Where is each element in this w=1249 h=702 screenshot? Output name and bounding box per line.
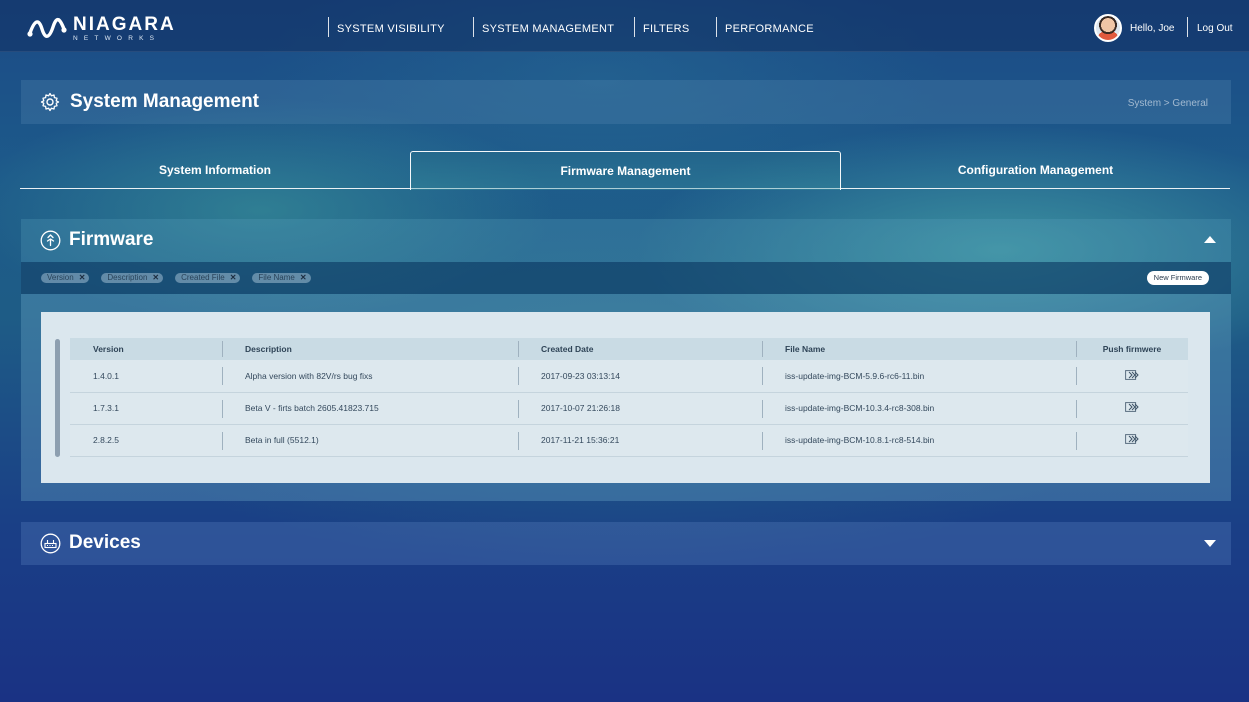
tab-system-information[interactable]: System Information: [20, 151, 410, 189]
cell-version: 2.8.2.5: [70, 424, 222, 457]
devices-title: Devices: [69, 532, 141, 553]
filter-chip-label: File Name: [258, 273, 295, 282]
remove-filter-icon[interactable]: ✕: [79, 273, 86, 283]
push-firmware-icon[interactable]: [1125, 434, 1139, 444]
nav-performance[interactable]: PERFORMANCE: [716, 17, 816, 37]
firmware-icon: [40, 230, 61, 251]
nav-filters[interactable]: FILTERS: [634, 17, 716, 37]
logo-name: NIAGARA: [73, 14, 176, 35]
tab-configuration-management[interactable]: Configuration Management: [841, 151, 1230, 189]
filter-chip-label: Version: [47, 273, 74, 282]
cell-push: [1076, 360, 1188, 393]
breadcrumb[interactable]: System > General: [1128, 98, 1208, 109]
cell-file-name: iss-update-img-BCM-10.3.4-rc8-308.bin: [762, 392, 1076, 425]
column-header-created-date[interactable]: Created Date: [518, 338, 762, 360]
column-header-description[interactable]: Description: [222, 338, 518, 360]
table-row[interactable]: 2.8.2.5 Beta in full (5512.1) 2017-11-21…: [70, 424, 1188, 457]
devices-section-header[interactable]: Devices: [21, 522, 1231, 565]
table-header-row: Version Description Created Date File Na…: [70, 338, 1188, 360]
new-firmware-button[interactable]: New Firmware: [1146, 271, 1209, 285]
firmware-table-card: Version Description Created Date File Na…: [41, 312, 1210, 483]
avatar[interactable]: [1094, 14, 1122, 42]
cell-description: Beta in full (5512.1): [222, 424, 518, 457]
cell-created-date: 2017-10-07 21:26:18: [518, 392, 762, 425]
cell-description: Alpha version with 82V/rs bug fixs: [222, 360, 518, 393]
firmware-table: Version Description Created Date File Na…: [70, 338, 1188, 457]
cell-file-name: iss-update-img-BCM-10.8.1-rc8-514.bin: [762, 424, 1076, 457]
push-firmware-icon[interactable]: [1125, 402, 1139, 412]
page-title: System Management: [70, 91, 260, 112]
column-header-version[interactable]: Version: [70, 338, 222, 360]
niagara-logo[interactable]: NIAGARA NETWORKS: [27, 15, 176, 43]
main-nav: SYSTEM VISIBILITY SYSTEM MANAGEMENT FILT…: [328, 17, 816, 37]
remove-filter-icon[interactable]: ✕: [300, 273, 307, 283]
filter-chip-version[interactable]: Version ✕: [41, 273, 90, 283]
remove-filter-icon[interactable]: ✕: [230, 273, 237, 283]
top-navigation-bar: NIAGARA NETWORKS SYSTEM VISIBILITY SYSTE…: [0, 0, 1249, 52]
user-greeting: Hello, Joe: [1130, 22, 1175, 34]
logout-link[interactable]: Log Out: [1187, 17, 1233, 37]
column-header-push-firmware: Push firmwere: [1076, 338, 1188, 360]
cell-created-date: 2017-09-23 03:13:14: [518, 360, 762, 393]
scrollbar[interactable]: [55, 339, 60, 457]
cell-description: Beta V - firts batch 2605.41823.715: [222, 392, 518, 425]
push-firmware-icon[interactable]: [1125, 369, 1139, 380]
cell-created-date: 2017-11-21 15:36:21: [518, 424, 762, 457]
user-menu[interactable]: Hello, Joe: [1094, 14, 1174, 42]
remove-filter-icon[interactable]: ✕: [152, 273, 159, 283]
firmware-section-header[interactable]: Firmware: [21, 219, 1231, 262]
filter-chip-created-file[interactable]: Created File ✕: [175, 273, 241, 283]
column-header-file-name[interactable]: File Name: [762, 338, 1076, 360]
cell-version: 1.4.0.1: [70, 360, 222, 393]
filter-chip-label: Description: [107, 273, 148, 282]
cell-push: [1076, 392, 1188, 425]
collapse-icon[interactable]: [1204, 236, 1216, 243]
table-row[interactable]: 1.4.0.1 Alpha version with 82V/rs bug fi…: [70, 360, 1188, 393]
cell-version: 1.7.3.1: [70, 392, 222, 425]
logo-subtitle: NETWORKS: [73, 35, 161, 42]
expand-icon[interactable]: [1204, 540, 1216, 547]
firmware-panel-body: Version Description Created Date File Na…: [21, 294, 1231, 501]
firmware-title: Firmware: [69, 229, 154, 250]
filter-chip-file-name[interactable]: File Name ✕: [252, 273, 311, 283]
filter-chip-description[interactable]: Description ✕: [101, 273, 164, 283]
filter-bar: Version ✕ Description ✕ Created File ✕ F…: [21, 262, 1231, 294]
cell-push: [1076, 424, 1188, 457]
cell-file-name: iss-update-img-BCM-5.9.6-rc6-11.bin: [762, 360, 1076, 393]
tab-firmware-management[interactable]: Firmware Management: [410, 151, 841, 190]
tab-bar: System Information Firmware Management C…: [20, 151, 1230, 190]
nav-system-management[interactable]: SYSTEM MANAGEMENT: [473, 17, 634, 37]
gear-icon: [40, 92, 60, 112]
table-row[interactable]: 1.7.3.1 Beta V - firts batch 2605.41823.…: [70, 392, 1188, 425]
filter-chips: Version ✕ Description ✕ Created File ✕ F…: [41, 273, 323, 283]
page-header: System Management System > General: [21, 80, 1231, 124]
logo-wave-icon: [27, 17, 67, 38]
nav-system-visibility[interactable]: SYSTEM VISIBILITY: [328, 17, 473, 37]
filter-chip-label: Created File: [181, 273, 225, 282]
devices-icon: [40, 533, 61, 554]
